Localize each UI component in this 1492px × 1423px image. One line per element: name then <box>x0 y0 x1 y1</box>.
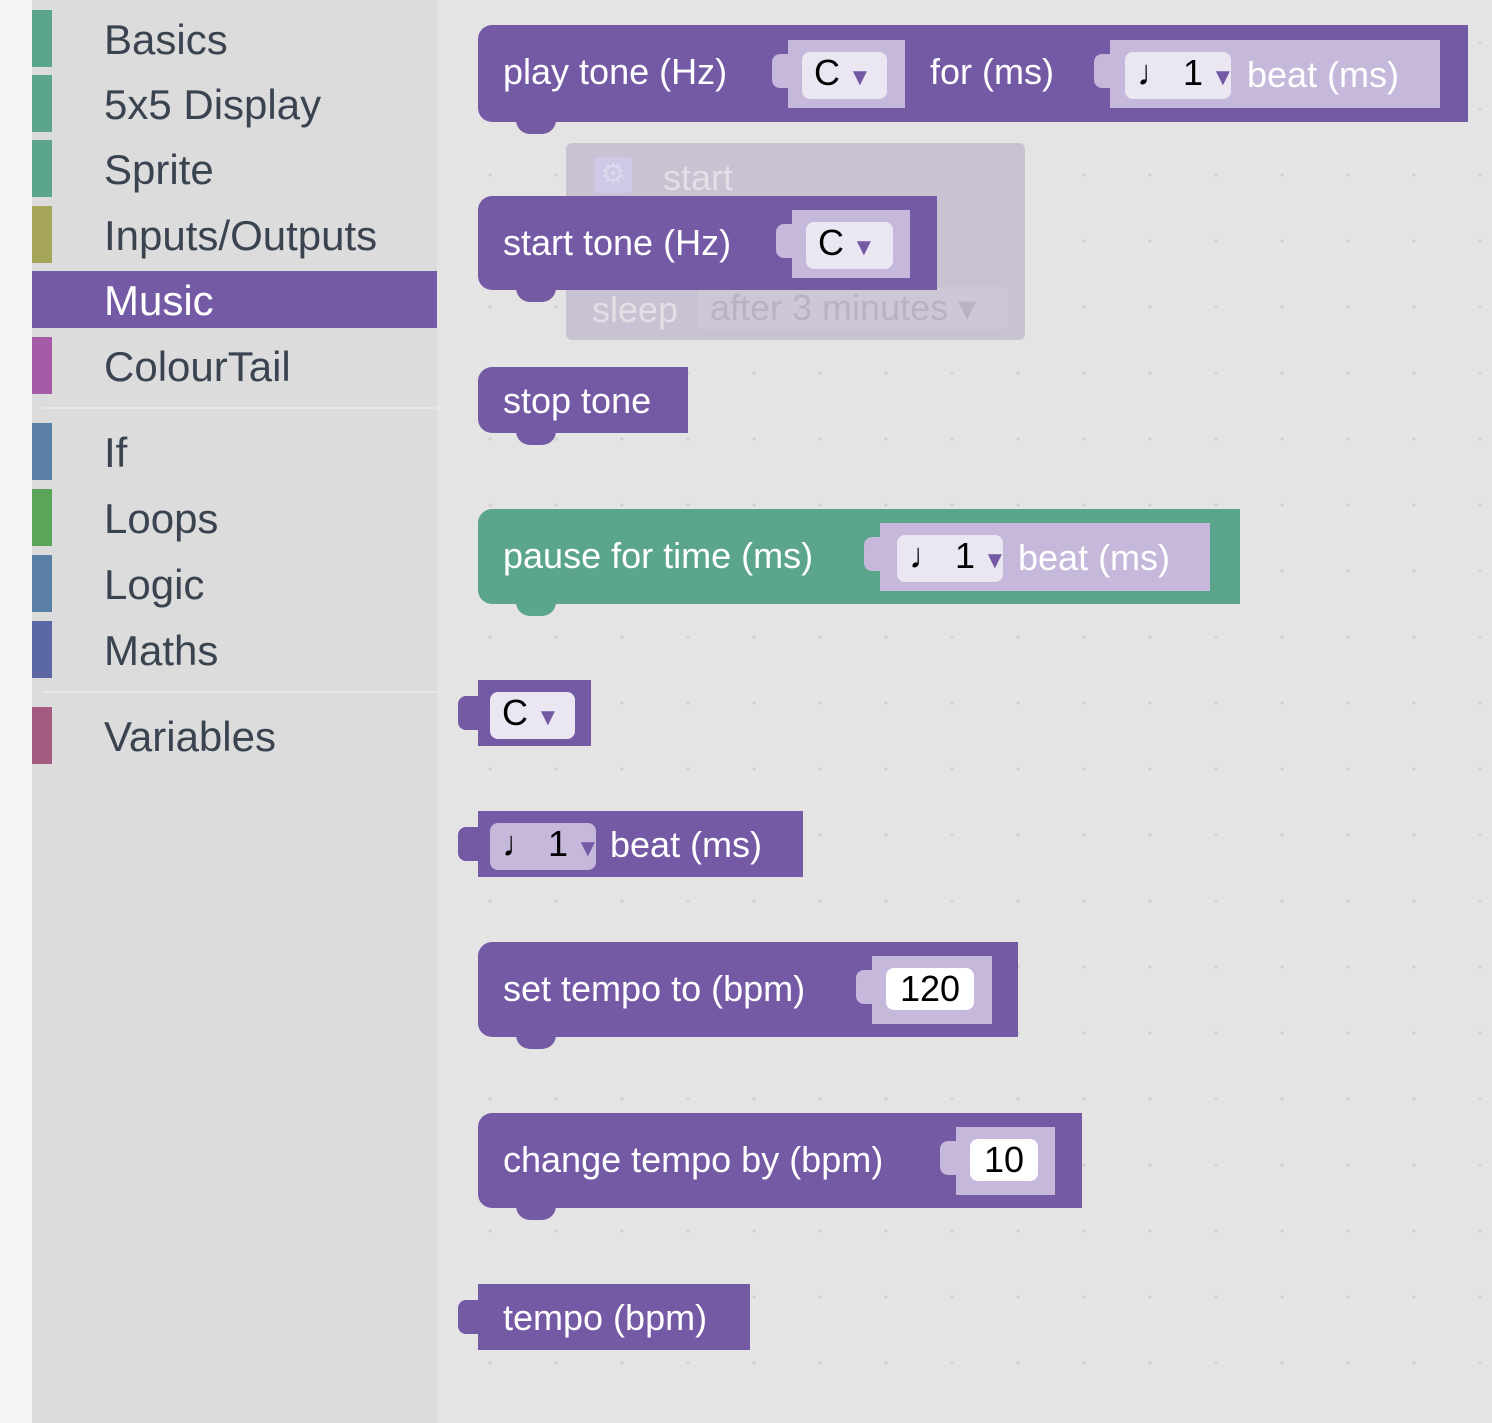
category-color-bar <box>32 423 52 480</box>
beat-label: beat (ms) <box>610 824 763 865</box>
beat-dropdown[interactable]: ♩ 1 ▼ <box>490 823 600 870</box>
note-slot: C ▼ <box>772 40 905 108</box>
dropdown-arrow-icon: ▼ <box>1211 64 1235 91</box>
beat-dropdown[interactable]: ♩ 1 ▼ <box>1125 52 1235 99</box>
block-label: change tempo by (bpm) <box>503 1139 884 1180</box>
tempo-change-input[interactable]: 10 <box>970 1139 1038 1181</box>
category-color-bar <box>32 621 52 678</box>
category-maths[interactable]: Maths <box>32 621 437 678</box>
toolbox-sidebar: Basics 5x5 Display Sprite Inputs/Outputs… <box>32 0 437 1423</box>
pause-block[interactable]: pause for time (ms) ♩ 1 ▼ beat (ms) <box>478 509 1240 616</box>
category-color-bar <box>32 555 52 612</box>
category-variables[interactable]: Variables <box>32 707 437 764</box>
block-label: set tempo to (bpm) <box>503 968 806 1009</box>
dropdown-arrow-icon: ▼ <box>983 547 1007 574</box>
stop-tone-block[interactable]: stop tone <box>478 367 688 445</box>
note-dropdown[interactable]: C ▼ <box>802 52 887 99</box>
category-5x5-display[interactable]: 5x5 Display <box>32 75 437 132</box>
dropdown-arrow-icon: ▼ <box>576 835 600 862</box>
tempo-input[interactable]: 120 <box>886 968 974 1010</box>
separator <box>42 691 437 693</box>
block-label: pause for time (ms) <box>503 535 814 576</box>
category-sprite[interactable]: Sprite <box>32 140 437 197</box>
category-color-bar <box>32 140 52 197</box>
note-dropdown[interactable]: C ▼ <box>490 692 575 739</box>
category-label: Maths <box>104 627 219 674</box>
category-color-bar <box>32 10 52 67</box>
sleep-label: sleep <box>592 289 679 330</box>
category-label: Sprite <box>104 146 214 193</box>
category-label: Basics <box>104 16 228 63</box>
category-logic[interactable]: Logic <box>32 555 437 612</box>
start-tone-block[interactable]: start tone (Hz) C ▼ <box>478 196 937 302</box>
beat-dropdown[interactable]: ♩ 1 ▼ <box>897 535 1007 582</box>
category-colourtail[interactable]: ColourTail <box>32 337 437 394</box>
separator <box>42 407 437 409</box>
category-label: Music <box>104 277 214 324</box>
left-strip <box>0 0 32 1423</box>
sleep-dropdown: after 3 minutes ▾ <box>698 287 1008 329</box>
dropdown-arrow-icon: ▼ <box>848 64 872 91</box>
category-color-bar <box>32 707 52 764</box>
block-label: play tone (Hz) <box>503 51 728 92</box>
note-slot: C ▼ <box>776 210 910 278</box>
category-music[interactable]: Music <box>32 271 437 328</box>
category-label: Inputs/Outputs <box>104 212 378 259</box>
beat-label: beat (ms) <box>1018 537 1171 578</box>
category-loops[interactable]: Loops <box>32 489 437 546</box>
category-label: If <box>104 429 128 476</box>
beat-reporter-block[interactable]: ♩ 1 ▼ beat (ms) <box>458 811 803 877</box>
note-reporter-block[interactable]: C ▼ <box>458 680 591 746</box>
beat-label: beat (ms) <box>1247 54 1400 95</box>
beat-slot: ♩ 1 ▼ beat (ms) <box>864 523 1210 591</box>
category-color-bar <box>32 75 52 132</box>
beat-slot: ♩ 1 ▼ beat (ms) <box>1094 40 1440 108</box>
category-label: Logic <box>104 561 205 608</box>
note-dropdown[interactable]: C ▼ <box>806 222 893 269</box>
change-tempo-block[interactable]: change tempo by (bpm) 10 <box>478 1113 1082 1220</box>
category-inputs-outputs[interactable]: Inputs/Outputs <box>32 206 437 263</box>
for-label: for (ms) <box>930 51 1054 92</box>
category-label: Loops <box>104 495 219 542</box>
dropdown-arrow-icon: ▼ <box>852 234 876 261</box>
dropdown-arrow-icon: ▼ <box>536 704 560 731</box>
category-color-bar <box>32 489 52 546</box>
category-label: Variables <box>104 713 276 760</box>
category-label: ColourTail <box>104 343 291 390</box>
start-label: start <box>663 157 734 198</box>
category-if[interactable]: If <box>32 423 437 480</box>
tempo-reporter-block[interactable]: tempo (bpm) <box>458 1284 750 1350</box>
category-color-bar <box>32 206 52 263</box>
play-tone-block[interactable]: play tone (Hz) C ▼ for (ms) ♩ 1 ▼ beat (ms… <box>478 25 1468 134</box>
block-label: stop tone <box>503 380 652 421</box>
block-label: start tone (Hz) <box>503 222 732 263</box>
set-tempo-block[interactable]: set tempo to (bpm) 120 <box>478 942 1018 1049</box>
category-color-bar <box>32 337 52 394</box>
block-label: tempo (bpm) <box>503 1297 708 1338</box>
gear-icon: ⚙ <box>594 157 632 193</box>
category-basics[interactable]: Basics <box>32 10 437 67</box>
number-slot: 10 <box>940 1127 1055 1195</box>
number-slot: 120 <box>856 956 992 1024</box>
category-color-bar <box>32 271 52 328</box>
category-label: 5x5 Display <box>104 81 322 128</box>
